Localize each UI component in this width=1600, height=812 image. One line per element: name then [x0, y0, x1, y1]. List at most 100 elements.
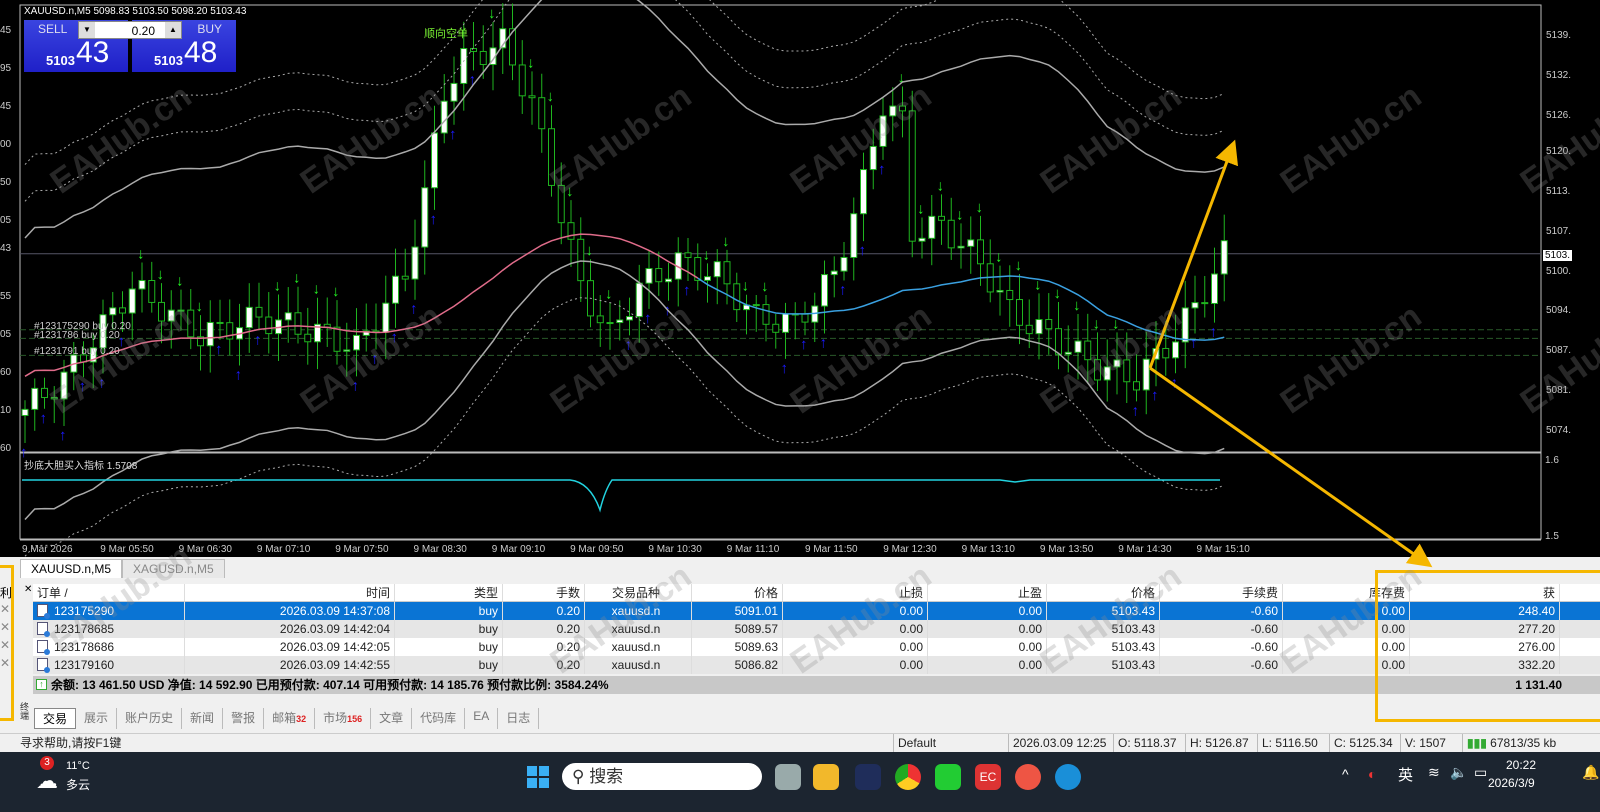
candle: [265, 316, 273, 335]
close-terminal-icon[interactable]: ✕: [24, 584, 32, 595]
terminal-tab[interactable]: 账户历史: [117, 708, 183, 729]
column-header[interactable]: 止盈: [928, 584, 1047, 601]
app-icon[interactable]: [855, 764, 881, 790]
candle: [704, 276, 711, 281]
table-row[interactable]: 123178686 2026.03.09 14:42:05 buy 0.20 xauus…: [33, 638, 1600, 656]
terminal-tab[interactable]: 日志: [498, 708, 540, 729]
powerpoint-icon[interactable]: [1015, 764, 1041, 790]
candle: [411, 246, 419, 280]
table-row[interactable]: 123178685 2026.03.09 14:42:04 buy 0.20 xauus…: [33, 620, 1600, 638]
left-tick: 10: [0, 405, 12, 416]
column-header[interactable]: 类型: [395, 584, 503, 601]
column-header[interactable]: 价格: [1047, 584, 1160, 601]
volume-icon[interactable]: 🔈: [1450, 764, 1467, 781]
cell-order: 123178686: [33, 638, 185, 656]
terminal-tab[interactable]: 文章: [371, 708, 413, 729]
close-order-icon[interactable]: ✕: [0, 638, 14, 656]
candle: [577, 238, 585, 282]
price-tick: 5120.: [1546, 146, 1572, 158]
column-header[interactable]: 手续费: [1160, 584, 1283, 601]
sell-arrow: ↓: [137, 246, 145, 263]
sell-arrow: ↓: [956, 206, 964, 223]
candle: [41, 387, 48, 399]
wifi-icon[interactable]: ≋: [1428, 764, 1440, 781]
buy-arrow: ↑: [449, 126, 457, 143]
candle: [392, 275, 399, 304]
weather-icon[interactable]: ☁: [36, 768, 58, 794]
terminal-tab[interactable]: 警报: [223, 708, 265, 729]
column-header[interactable]: 交易品种: [585, 584, 692, 601]
chrome-icon[interactable]: [895, 764, 921, 790]
tab-xagusd[interactable]: XAGUSD.n,M5: [122, 559, 225, 578]
show-hidden-icons-chevron[interactable]: ^: [1342, 766, 1349, 782]
order-label: #1231791 buy 0.20: [34, 346, 120, 357]
terminal-tab[interactable]: 邮箱32: [264, 708, 316, 729]
buy-arrow: ↑: [254, 331, 262, 348]
terminal-tab[interactable]: 交易: [34, 708, 77, 729]
buy-arrow: ↑: [625, 336, 633, 353]
weather-temp: 11°C: [66, 760, 90, 772]
column-header[interactable]: 手数: [503, 584, 585, 601]
increase-lot-icon[interactable]: ▲: [165, 22, 181, 38]
candle: [470, 48, 477, 52]
wechat-icon[interactable]: [935, 764, 961, 790]
buy-arrow: ↑: [1151, 387, 1159, 404]
price-chart[interactable]: ↑ ↑ ↑ ↑ ↑ ↑ ↓ ↓ ↓ ↓ ↑ ↑ ↑ ↓ ↓ ↓ ↓ ↑ ↑ ↑ ↑ ↑ ↑ ↑ ↓ ↓ ↓ ↓ ↓ ↓ ↓ ↑ ↑ ↑ ↑ ↓ ↓ ↓ ↓ ↑…: [0, 0, 1600, 557]
terminal-tab[interactable]: 新闻: [182, 708, 224, 729]
search-box[interactable]: ⚲ 搜索: [562, 763, 762, 790]
search-placeholder: 搜索: [589, 767, 624, 786]
battery-icon[interactable]: ▭: [1474, 764, 1487, 781]
table-cell: 0.00: [928, 656, 1047, 674]
table-header: 订单 / 时间 类型 手数 交易品种 价格 止损 止盈 价格 手续费 库存费获: [33, 584, 1600, 602]
terminal-tab[interactable]: 展示: [76, 708, 118, 729]
order-icon: [37, 658, 50, 673]
table-cell: -0.60: [1160, 638, 1283, 656]
close-order-icon[interactable]: ✕: [0, 620, 14, 638]
tab-badge: 32: [296, 714, 307, 724]
column-header[interactable]: 时间: [185, 584, 395, 601]
tray-app-icon[interactable]: ◐: [1368, 766, 1376, 782]
candle: [304, 333, 312, 343]
task-view-icon[interactable]: [775, 764, 801, 790]
band-lower: [24, 260, 1225, 521]
candle: [801, 313, 809, 323]
time-tick: 9 Mar 12:30: [883, 544, 937, 555]
file-explorer-icon[interactable]: [813, 764, 839, 790]
clock-time[interactable]: 20:22: [1506, 758, 1536, 772]
price-tick: 5132.: [1546, 69, 1572, 81]
candle: [977, 239, 984, 265]
terminal-tab[interactable]: 代码库: [412, 708, 466, 729]
left-tick: 45: [0, 101, 12, 112]
terminal-tab[interactable]: 市场156: [315, 708, 372, 729]
table-row[interactable]: 123175290 2026.03.09 14:37:08 buy 0.20 xauus…: [33, 602, 1600, 620]
column-header[interactable]: 止损: [783, 584, 928, 601]
candle: [821, 274, 828, 307]
sell-arrow: ↓: [1054, 285, 1062, 302]
close-order-icon[interactable]: ✕: [0, 602, 14, 620]
price-tick: 5087.: [1546, 345, 1572, 357]
lot-size-input[interactable]: ▼ 0.20 ▲: [78, 21, 182, 39]
candle: [567, 222, 575, 240]
column-header[interactable]: 价格: [692, 584, 783, 601]
notification-bell-icon[interactable]: 🔔: [1582, 764, 1599, 781]
candle: [60, 371, 68, 400]
start-icon[interactable]: [527, 766, 549, 788]
ime-indicator[interactable]: 英: [1398, 764, 1413, 785]
price-tick: 5107.: [1546, 225, 1572, 237]
column-header[interactable]: 获: [1410, 584, 1560, 601]
tab-xauusd[interactable]: XAUUSD.n,M5: [20, 559, 123, 578]
clock-date[interactable]: 2026/3/9: [1488, 776, 1535, 790]
column-header[interactable]: 订单 /: [33, 584, 185, 601]
edge-icon[interactable]: [1055, 764, 1081, 790]
close-order-icon[interactable]: ✕: [0, 656, 14, 674]
terminal-tab[interactable]: EA: [465, 708, 499, 729]
table-row[interactable]: 123179160 2026.03.09 14:42:55 buy 0.20 xauus…: [33, 656, 1600, 674]
terminal-tabs: 交易 展示 账户历史 新闻 警报 邮箱32 市场156 文章 代码库 EA 日志: [34, 708, 540, 729]
chart-canvas[interactable]: ↑ ↑ ↑ ↑ ↑ ↑ ↓ ↓ ↓ ↓ ↑ ↑ ↑ ↓ ↓ ↓ ↓ ↑ ↑ ↑ ↑ ↑ ↑ ↑ ↓ ↓ ↓ ↓ ↓ ↓ ↓ ↑ ↑ ↑ ↑ ↓ ↓ ↓ ↓ ↑…: [0, 0, 1600, 557]
table-cell: 0.00: [783, 602, 928, 620]
chart-tabs: XAUUSD.n,M5 XAGUSD.n,M5: [20, 559, 225, 578]
column-header[interactable]: 库存费: [1283, 584, 1410, 601]
candle: [1142, 358, 1150, 391]
ec-app-icon[interactable]: EC: [975, 764, 1001, 790]
decrease-lot-icon[interactable]: ▼: [79, 22, 95, 38]
